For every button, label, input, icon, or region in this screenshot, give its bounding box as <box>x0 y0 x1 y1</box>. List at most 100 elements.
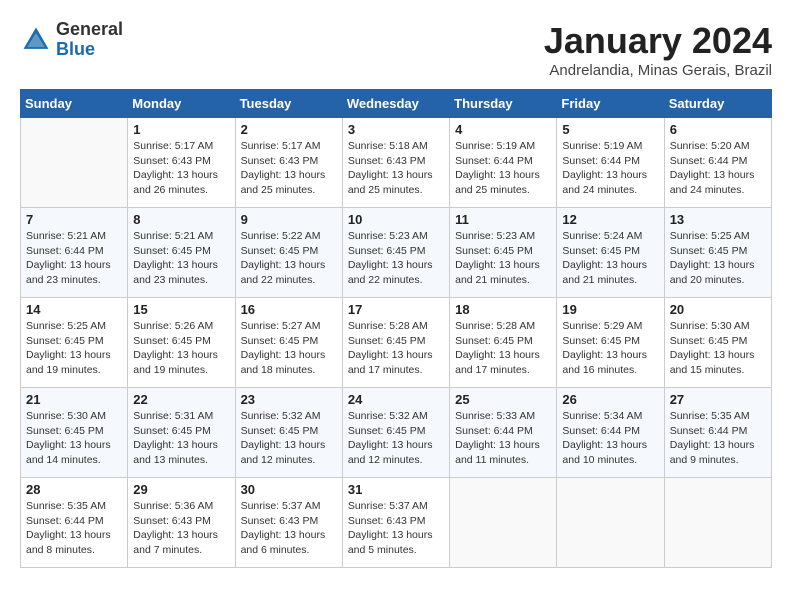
day-number: 31 <box>348 482 444 497</box>
day-info: Sunrise: 5:37 AM Sunset: 6:43 PM Dayligh… <box>348 499 444 558</box>
day-info: Sunrise: 5:21 AM Sunset: 6:44 PM Dayligh… <box>26 229 122 288</box>
calendar-cell: 3 Sunrise: 5:18 AM Sunset: 6:43 PM Daylig… <box>342 118 449 208</box>
day-number: 27 <box>670 392 766 407</box>
day-number: 22 <box>133 392 229 407</box>
calendar-cell <box>664 478 771 568</box>
day-info: Sunrise: 5:17 AM Sunset: 6:43 PM Dayligh… <box>241 139 337 198</box>
calendar-table: SundayMondayTuesdayWednesdayThursdayFrid… <box>20 89 772 568</box>
day-info: Sunrise: 5:19 AM Sunset: 6:44 PM Dayligh… <box>455 139 551 198</box>
day-info: Sunrise: 5:36 AM Sunset: 6:43 PM Dayligh… <box>133 499 229 558</box>
calendar-cell: 11 Sunrise: 5:23 AM Sunset: 6:45 PM Dayli… <box>450 208 557 298</box>
day-header-friday: Friday <box>557 90 664 118</box>
calendar-cell: 5 Sunrise: 5:19 AM Sunset: 6:44 PM Daylig… <box>557 118 664 208</box>
day-number: 18 <box>455 302 551 317</box>
calendar-cell: 1Sunrise: 5:17 AM Sunset: 6:43 PM Daylig… <box>128 118 235 208</box>
day-info: Sunrise: 5:17 AM Sunset: 6:43 PM Dayligh… <box>133 139 229 198</box>
day-info: Sunrise: 5:28 AM Sunset: 6:45 PM Dayligh… <box>455 319 551 378</box>
calendar-cell: 8Sunrise: 5:21 AM Sunset: 6:45 PM Daylig… <box>128 208 235 298</box>
calendar-cell <box>21 118 128 208</box>
day-info: Sunrise: 5:23 AM Sunset: 6:45 PM Dayligh… <box>348 229 444 288</box>
calendar-cell: 16 Sunrise: 5:27 AM Sunset: 6:45 PM Dayli… <box>235 298 342 388</box>
calendar-cell: 7 Sunrise: 5:21 AM Sunset: 6:44 PM Daylig… <box>21 208 128 298</box>
day-number: 5 <box>562 122 658 137</box>
day-number: 19 <box>562 302 658 317</box>
day-info: Sunrise: 5:37 AM Sunset: 6:43 PM Dayligh… <box>241 499 337 558</box>
day-info: Sunrise: 5:35 AM Sunset: 6:44 PM Dayligh… <box>26 499 122 558</box>
calendar-cell: 17 Sunrise: 5:28 AM Sunset: 6:45 PM Dayli… <box>342 298 449 388</box>
day-header-sunday: Sunday <box>21 90 128 118</box>
day-number: 15 <box>133 302 229 317</box>
calendar-cell: 9Sunrise: 5:22 AM Sunset: 6:45 PM Daylig… <box>235 208 342 298</box>
day-number: 12 <box>562 212 658 227</box>
day-number: 29 <box>133 482 229 497</box>
day-number: 11 <box>455 212 551 227</box>
day-info: Sunrise: 5:28 AM Sunset: 6:45 PM Dayligh… <box>348 319 444 378</box>
day-number: 24 <box>348 392 444 407</box>
calendar-body: 1Sunrise: 5:17 AM Sunset: 6:43 PM Daylig… <box>21 118 772 568</box>
calendar-cell: 26 Sunrise: 5:34 AM Sunset: 6:44 PM Dayli… <box>557 388 664 478</box>
calendar-cell: 25 Sunrise: 5:33 AM Sunset: 6:44 PM Dayli… <box>450 388 557 478</box>
day-number: 7 <box>26 212 122 227</box>
day-number: 6 <box>670 122 766 137</box>
calendar-cell: 12 Sunrise: 5:24 AM Sunset: 6:45 PM Dayli… <box>557 208 664 298</box>
calendar-cell <box>450 478 557 568</box>
day-number: 25 <box>455 392 551 407</box>
calendar-cell: 27 Sunrise: 5:35 AM Sunset: 6:44 PM Dayli… <box>664 388 771 478</box>
week-row-3: 14 Sunrise: 5:25 AM Sunset: 6:45 PM Dayli… <box>21 298 772 388</box>
logo-blue: Blue <box>56 40 123 60</box>
day-number: 4 <box>455 122 551 137</box>
day-number: 3 <box>348 122 444 137</box>
calendar-cell: 14 Sunrise: 5:25 AM Sunset: 6:45 PM Dayli… <box>21 298 128 388</box>
day-header-tuesday: Tuesday <box>235 90 342 118</box>
calendar-header: SundayMondayTuesdayWednesdayThursdayFrid… <box>21 90 772 118</box>
page-header: General Blue January 2024 Andrelandia, M… <box>20 20 772 79</box>
day-info: Sunrise: 5:27 AM Sunset: 6:45 PM Dayligh… <box>241 319 337 378</box>
day-number: 14 <box>26 302 122 317</box>
calendar-cell: 18 Sunrise: 5:28 AM Sunset: 6:45 PM Dayli… <box>450 298 557 388</box>
title-block: January 2024 Andrelandia, Minas Gerais, … <box>544 20 772 79</box>
calendar-cell: 4 Sunrise: 5:19 AM Sunset: 6:44 PM Daylig… <box>450 118 557 208</box>
day-info: Sunrise: 5:32 AM Sunset: 6:45 PM Dayligh… <box>241 409 337 468</box>
day-info: Sunrise: 5:35 AM Sunset: 6:44 PM Dayligh… <box>670 409 766 468</box>
day-info: Sunrise: 5:24 AM Sunset: 6:45 PM Dayligh… <box>562 229 658 288</box>
week-row-1: 1Sunrise: 5:17 AM Sunset: 6:43 PM Daylig… <box>21 118 772 208</box>
calendar-cell: 22 Sunrise: 5:31 AM Sunset: 6:45 PM Dayli… <box>128 388 235 478</box>
calendar-cell: 15 Sunrise: 5:26 AM Sunset: 6:45 PM Dayli… <box>128 298 235 388</box>
calendar-cell: 29 Sunrise: 5:36 AM Sunset: 6:43 PM Dayli… <box>128 478 235 568</box>
day-info: Sunrise: 5:19 AM Sunset: 6:44 PM Dayligh… <box>562 139 658 198</box>
calendar-cell: 10Sunrise: 5:23 AM Sunset: 6:45 PM Dayli… <box>342 208 449 298</box>
day-info: Sunrise: 5:25 AM Sunset: 6:45 PM Dayligh… <box>26 319 122 378</box>
day-info: Sunrise: 5:18 AM Sunset: 6:43 PM Dayligh… <box>348 139 444 198</box>
day-number: 23 <box>241 392 337 407</box>
day-info: Sunrise: 5:26 AM Sunset: 6:45 PM Dayligh… <box>133 319 229 378</box>
day-number: 21 <box>26 392 122 407</box>
day-info: Sunrise: 5:34 AM Sunset: 6:44 PM Dayligh… <box>562 409 658 468</box>
day-info: Sunrise: 5:22 AM Sunset: 6:45 PM Dayligh… <box>241 229 337 288</box>
day-info: Sunrise: 5:31 AM Sunset: 6:45 PM Dayligh… <box>133 409 229 468</box>
logo-icon <box>20 24 52 56</box>
calendar-cell: 20 Sunrise: 5:30 AM Sunset: 6:45 PM Dayli… <box>664 298 771 388</box>
logo-general: General <box>56 20 123 40</box>
day-number: 30 <box>241 482 337 497</box>
calendar-cell: 13Sunrise: 5:25 AM Sunset: 6:45 PM Dayli… <box>664 208 771 298</box>
day-info: Sunrise: 5:30 AM Sunset: 6:45 PM Dayligh… <box>26 409 122 468</box>
day-number: 16 <box>241 302 337 317</box>
calendar-cell <box>557 478 664 568</box>
day-header-saturday: Saturday <box>664 90 771 118</box>
calendar-cell: 23 Sunrise: 5:32 AM Sunset: 6:45 PM Dayli… <box>235 388 342 478</box>
day-info: Sunrise: 5:29 AM Sunset: 6:45 PM Dayligh… <box>562 319 658 378</box>
calendar-cell: 28 Sunrise: 5:35 AM Sunset: 6:44 PM Dayli… <box>21 478 128 568</box>
day-info: Sunrise: 5:33 AM Sunset: 6:44 PM Dayligh… <box>455 409 551 468</box>
day-number: 2 <box>241 122 337 137</box>
week-row-2: 7 Sunrise: 5:21 AM Sunset: 6:44 PM Daylig… <box>21 208 772 298</box>
day-number: 17 <box>348 302 444 317</box>
day-info: Sunrise: 5:30 AM Sunset: 6:45 PM Dayligh… <box>670 319 766 378</box>
day-number: 20 <box>670 302 766 317</box>
day-header-monday: Monday <box>128 90 235 118</box>
day-number: 26 <box>562 392 658 407</box>
day-info: Sunrise: 5:20 AM Sunset: 6:44 PM Dayligh… <box>670 139 766 198</box>
day-info: Sunrise: 5:23 AM Sunset: 6:45 PM Dayligh… <box>455 229 551 288</box>
logo-text: General Blue <box>56 20 123 60</box>
day-number: 28 <box>26 482 122 497</box>
logo: General Blue <box>20 20 123 60</box>
